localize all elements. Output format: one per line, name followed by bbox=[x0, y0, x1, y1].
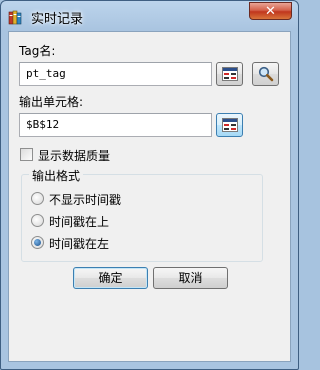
radio-timestamp-top[interactable] bbox=[31, 214, 44, 227]
tag-picker-icon bbox=[222, 67, 238, 81]
show-quality-checkbox[interactable] bbox=[20, 148, 33, 161]
close-button[interactable]: ✕ bbox=[249, 2, 292, 20]
dialog-client-area: Tag名: pt_tag 输出单元格: $B$12 显示数据质量 输出格式 不显… bbox=[8, 31, 291, 362]
books-icon bbox=[8, 9, 24, 25]
magnifier-icon bbox=[258, 66, 274, 82]
search-tag-button[interactable] bbox=[252, 62, 279, 86]
radio-timestamp-left[interactable] bbox=[31, 236, 44, 249]
dialog-window: 实时记录 ✕ Tag名: pt_tag 输出单元格: $B$12 显示数据质量 … bbox=[0, 0, 299, 370]
tag-picker-button[interactable] bbox=[216, 62, 243, 86]
output-cell-label: 输出单元格: bbox=[19, 95, 84, 109]
ok-button[interactable]: 确定 bbox=[73, 267, 148, 289]
window-title: 实时记录 bbox=[31, 12, 84, 27]
output-format-legend: 输出格式 bbox=[29, 167, 84, 184]
radio-no-timestamp[interactable] bbox=[31, 192, 44, 205]
cell-picker-button[interactable] bbox=[216, 113, 243, 137]
radio-selected-dot bbox=[34, 239, 41, 246]
radio-no-timestamp-label[interactable]: 不显示时间戳 bbox=[49, 191, 121, 208]
close-icon: ✕ bbox=[265, 4, 276, 19]
tag-name-label: Tag名: bbox=[19, 44, 56, 58]
title-bar[interactable]: 实时记录 ✕ bbox=[1, 1, 298, 31]
radio-timestamp-top-label[interactable]: 时间戳在上 bbox=[49, 213, 109, 230]
tag-name-input[interactable]: pt_tag bbox=[19, 62, 212, 86]
radio-timestamp-left-label[interactable]: 时间戳在左 bbox=[49, 235, 109, 252]
cancel-button[interactable]: 取消 bbox=[153, 267, 228, 289]
output-cell-input[interactable]: $B$12 bbox=[19, 113, 212, 137]
show-quality-label[interactable]: 显示数据质量 bbox=[38, 147, 110, 164]
cell-picker-icon bbox=[222, 118, 238, 132]
